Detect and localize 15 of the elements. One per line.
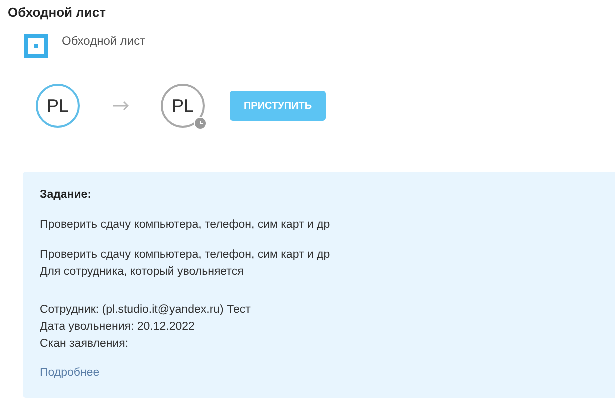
task-text: Скан заявления: — [40, 337, 130, 352]
process-title: Обходной лист — [62, 33, 146, 49]
more-link[interactable]: Подробнее — [40, 365, 100, 381]
arrow-icon — [112, 101, 130, 111]
task-text: Проверить сдачу компьютера, телефон, сим карт и др — [40, 248, 332, 263]
page-title: Обходной лист — [8, 5, 107, 21]
task-text: Проверить сдачу компьютера, телефон, сим карт и др — [40, 218, 332, 233]
square-icon — [24, 34, 48, 58]
task-text: Сотрудник: (pl.studio.it@yandex.ru) Тест — [40, 303, 252, 318]
clock-icon — [194, 117, 207, 130]
task-heading: Задание: — [40, 188, 93, 203]
user-avatar[interactable]: PL — [36, 84, 80, 128]
task-text: Для сотрудника, который увольняется — [40, 265, 245, 280]
user-avatar[interactable]: PL — [161, 84, 205, 128]
task-text: Дата увольнения: 20.12.2022 — [40, 320, 196, 335]
